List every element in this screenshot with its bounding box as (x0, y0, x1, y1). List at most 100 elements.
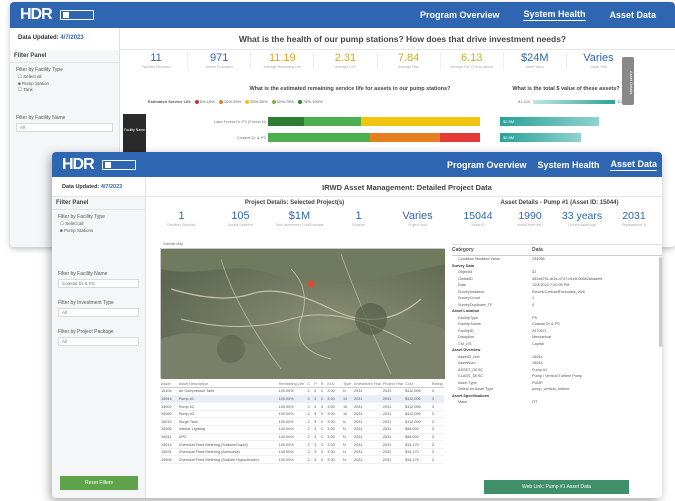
table-row[interactable]: 15024 Chemical Feed Metering (Ammonia) 100… (160, 448, 444, 457)
kpi-label: Average Remaining Life (263, 65, 301, 69)
nav-program-overview[interactable]: Program Overview (447, 160, 527, 170)
kpi-card: 7.84 Average Risk (378, 52, 441, 69)
legend-item: 10%-25% (218, 99, 242, 104)
data-updated: Data Updated: 4/7/2023 (52, 177, 146, 197)
value-bar[interactable] (500, 117, 600, 126)
facility-name-dropdown[interactable]: Coastal Dr & PS (58, 279, 139, 288)
table-cell: Interior Lighting (177, 425, 278, 434)
table-cell: 2031 (353, 402, 382, 411)
legend-label: 75%-100% (302, 99, 323, 104)
table-cell: 100.00% (277, 402, 307, 411)
kpi-card: $24M Asset Value (504, 52, 567, 69)
table-cell: 10 (341, 410, 354, 419)
satellite-map[interactable]: Satellite Map (160, 242, 445, 379)
table-cell: 10 (341, 395, 354, 404)
life-segment[interactable] (268, 117, 305, 126)
kpi-row: 11 Facilities Reported 971 Assets Evaluated… (125, 52, 630, 80)
value-label: $2.8M (503, 135, 515, 140)
filter-option[interactable]: ☐ Tank (18, 87, 111, 93)
kpi-label: Assets Selected (227, 223, 254, 227)
table-cell: $112,006 (404, 410, 431, 419)
kpi-label: Asset Value (525, 65, 545, 69)
reset-filters-button[interactable]: Reset Filters (60, 476, 138, 490)
nav-program-overview[interactable]: Program Overview (420, 10, 500, 20)
table-cell: 3.00 (326, 402, 342, 411)
filter-option[interactable]: ☐ Select all (18, 74, 111, 80)
legend-swatch (194, 99, 199, 104)
table-cell: 2031 (381, 440, 405, 449)
table-cell: 3 (319, 433, 327, 442)
table-cell: 3 (313, 455, 320, 465)
page-title: IRWD Asset Management: Detailed Project … (322, 183, 492, 192)
table-cell: 100.00% (277, 425, 307, 434)
table-cell: 3 (313, 440, 320, 449)
table-row[interactable]: 15000 Chemical Feed Metering (Sodium Hypo… (160, 455, 444, 465)
project-kpi-row: 1 Facilities Selected 105 Assets Selected $1… (152, 210, 447, 240)
nav-system-health[interactable]: System Health (537, 160, 599, 170)
table-row[interactable]: 15060 Pump #3 100.00% 2 3 3 3.00 10 2031 2031 $112… (160, 410, 444, 419)
table-row[interactable]: 15104 Air Compressor Tank 100.00% 2 3 3 3.00 N 2… (160, 387, 444, 396)
table-cell: $112,006 (404, 387, 431, 396)
details-scrollbar[interactable] (659, 257, 662, 347)
kpi-value: 6.13 (460, 52, 483, 64)
table-cell: N (341, 433, 354, 442)
life-segment[interactable] (268, 133, 370, 142)
table-cell: Pump #3 (177, 410, 278, 419)
table-row[interactable]: 15010 Surge Tank 100.00% 2 3 3 3.00 N 2031 2031 $1… (160, 417, 444, 427)
filter-option[interactable]: ■ Pump Station (18, 81, 111, 86)
table-row[interactable]: 15041 UPS 100.00% 2 3 3 3.00 N 2031 2031 $46,000 3 (160, 433, 444, 442)
data-updated-label: Data Updated: (62, 184, 100, 190)
legend-swatch (218, 99, 223, 104)
table-cell: $14,170 (404, 440, 431, 449)
column-header[interactable]: Remaining Life (277, 380, 307, 389)
life-segment[interactable] (439, 133, 480, 142)
table-cell: UPS (177, 433, 278, 442)
column-header[interactable]: Rating (430, 380, 444, 389)
nav-asset-data[interactable]: Asset Data (609, 10, 656, 20)
column-header[interactable]: Project Year (381, 380, 405, 389)
facility-name-dropdown[interactable]: All (16, 123, 113, 132)
table-cell: 3.00 (326, 387, 342, 396)
project-package-dropdown[interactable]: All (58, 337, 139, 346)
asset-details-side-tab[interactable]: Asset Details (622, 57, 634, 105)
column-header[interactable]: EUL (326, 380, 342, 389)
column-header[interactable]: P (313, 380, 320, 389)
investment-type-dropdown[interactable]: All (58, 308, 139, 317)
kpi-card: 6.13 Average PoF (Yrs to failure) (441, 52, 504, 69)
table-row[interactable]: 15006 Interior Lighting 100.00% 2 3 3 3.00 N 203… (160, 425, 444, 434)
filter-option[interactable]: ☐ Select all (60, 221, 137, 227)
table-row[interactable]: 15014 Chemical Feed Metering (Sodium/Liqu… (160, 440, 444, 449)
column-header[interactable]: Asset (160, 380, 178, 389)
column-header[interactable]: Cost (404, 380, 431, 389)
kpi-value: 15044 (463, 210, 493, 222)
column-header[interactable]: C (306, 380, 314, 389)
table-row[interactable]: 15002 Pump #2 100.00% 2 3 3 3.00 10 2031 2031 $112… (160, 402, 444, 411)
kpi-card: 971 Assets Evaluated (188, 52, 252, 69)
nav-asset-data[interactable]: Asset Data (610, 159, 657, 171)
kpi-value: 105 (231, 210, 250, 222)
life-segment[interactable] (369, 133, 440, 142)
top-nav-bar: HDR Program Overview System Health Asset… (10, 2, 675, 28)
kpi-card: 2.31 Average CoF (314, 52, 378, 69)
asset-details-header: Asset Details - Pump #1 (Asset ID: 15044… (500, 200, 619, 206)
asset-kpi: 1990 Install Year (est) (504, 210, 556, 227)
web-link-button[interactable]: Web Link: Pump #1 Asset Data (484, 480, 629, 494)
facility-name-label: Filter by Facility Name (16, 115, 66, 121)
column-header[interactable]: Type (341, 380, 354, 389)
asset-marker[interactable] (308, 281, 314, 287)
kpi-value: 971 (210, 52, 229, 64)
value-label: $2.9M (503, 119, 515, 124)
life-segment[interactable] (361, 117, 480, 126)
table-cell: 3 (430, 448, 444, 457)
facility-name-label: Filter by Facility Name (58, 271, 108, 277)
table-row[interactable]: 15044 Pump #1 100.00% 2 3 3 3.00 10 2031 2031 $112… (160, 395, 444, 404)
life-segment[interactable] (304, 117, 362, 126)
filter-option[interactable]: ■ Pump Stations (60, 228, 137, 233)
nav-system-health[interactable]: System Health (523, 9, 586, 21)
legend-label: 10%-25% (223, 99, 242, 104)
column-header[interactable]: R (319, 380, 327, 389)
column-header[interactable]: Investment Year (353, 380, 382, 389)
hdr-logo: HDR (20, 6, 53, 23)
column-header[interactable]: Asset Description (177, 380, 278, 389)
kpi-value: $24M (521, 52, 549, 64)
